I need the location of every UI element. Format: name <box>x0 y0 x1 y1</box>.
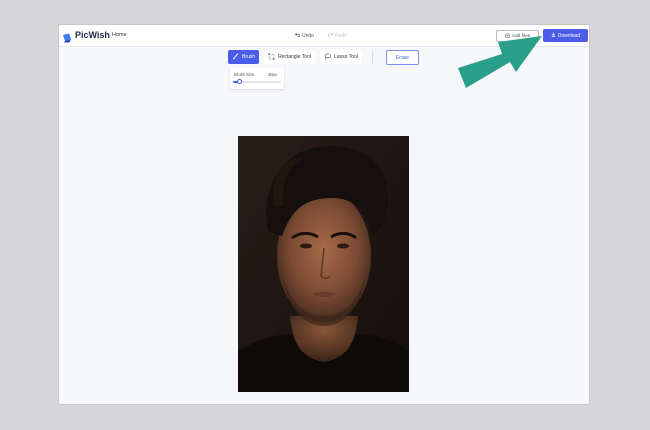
undo-label: Undo <box>302 32 314 39</box>
brush-icon <box>232 52 239 62</box>
portrait-photo <box>238 136 409 392</box>
brush-tool-button[interactable]: Brush <box>228 50 260 64</box>
lasso-icon <box>324 53 332 62</box>
app-name: PicWish <box>75 30 110 40</box>
history-controls: Undo Redo <box>295 32 347 39</box>
rectangle-tool-label: Rectangle Tool <box>278 54 312 60</box>
brush-size-label: Brush Size <box>234 72 255 77</box>
brush-size-slider-handle[interactable] <box>236 79 242 84</box>
download-icon <box>551 32 556 39</box>
redo-label: Redo <box>334 32 347 39</box>
brush-tool-label: Brush <box>242 54 256 60</box>
edit-toolbar: Brush Rectangle Tool Lasso Tool <box>228 50 378 64</box>
undo-button[interactable]: Undo <box>295 32 314 39</box>
brush-size-value: 48px <box>268 72 278 77</box>
rectangle-tool-button[interactable]: Rectangle Tool <box>264 50 316 64</box>
undo-icon <box>295 32 301 39</box>
redo-icon <box>327 32 333 39</box>
nav-home-link[interactable]: Home <box>112 32 127 38</box>
redo-button[interactable]: Redo <box>327 32 347 39</box>
toolbar-divider <box>371 51 373 63</box>
lasso-tool-button[interactable]: Lasso Tool <box>320 50 362 64</box>
picwish-logo-icon <box>62 30 72 43</box>
rectangle-select-icon <box>268 52 275 62</box>
download-button[interactable]: Download <box>543 29 588 42</box>
download-label: Download <box>557 32 581 39</box>
brush-size-panel: Brush Size 48px <box>230 68 284 89</box>
canvas-image[interactable] <box>238 136 409 392</box>
erase-button[interactable]: Erase <box>386 50 419 65</box>
app-logo[interactable]: PicWish <box>62 30 110 43</box>
lasso-tool-label: Lasso Tool <box>334 54 358 60</box>
callout-arrow-icon <box>458 36 542 88</box>
brush-size-slider[interactable] <box>233 79 281 84</box>
